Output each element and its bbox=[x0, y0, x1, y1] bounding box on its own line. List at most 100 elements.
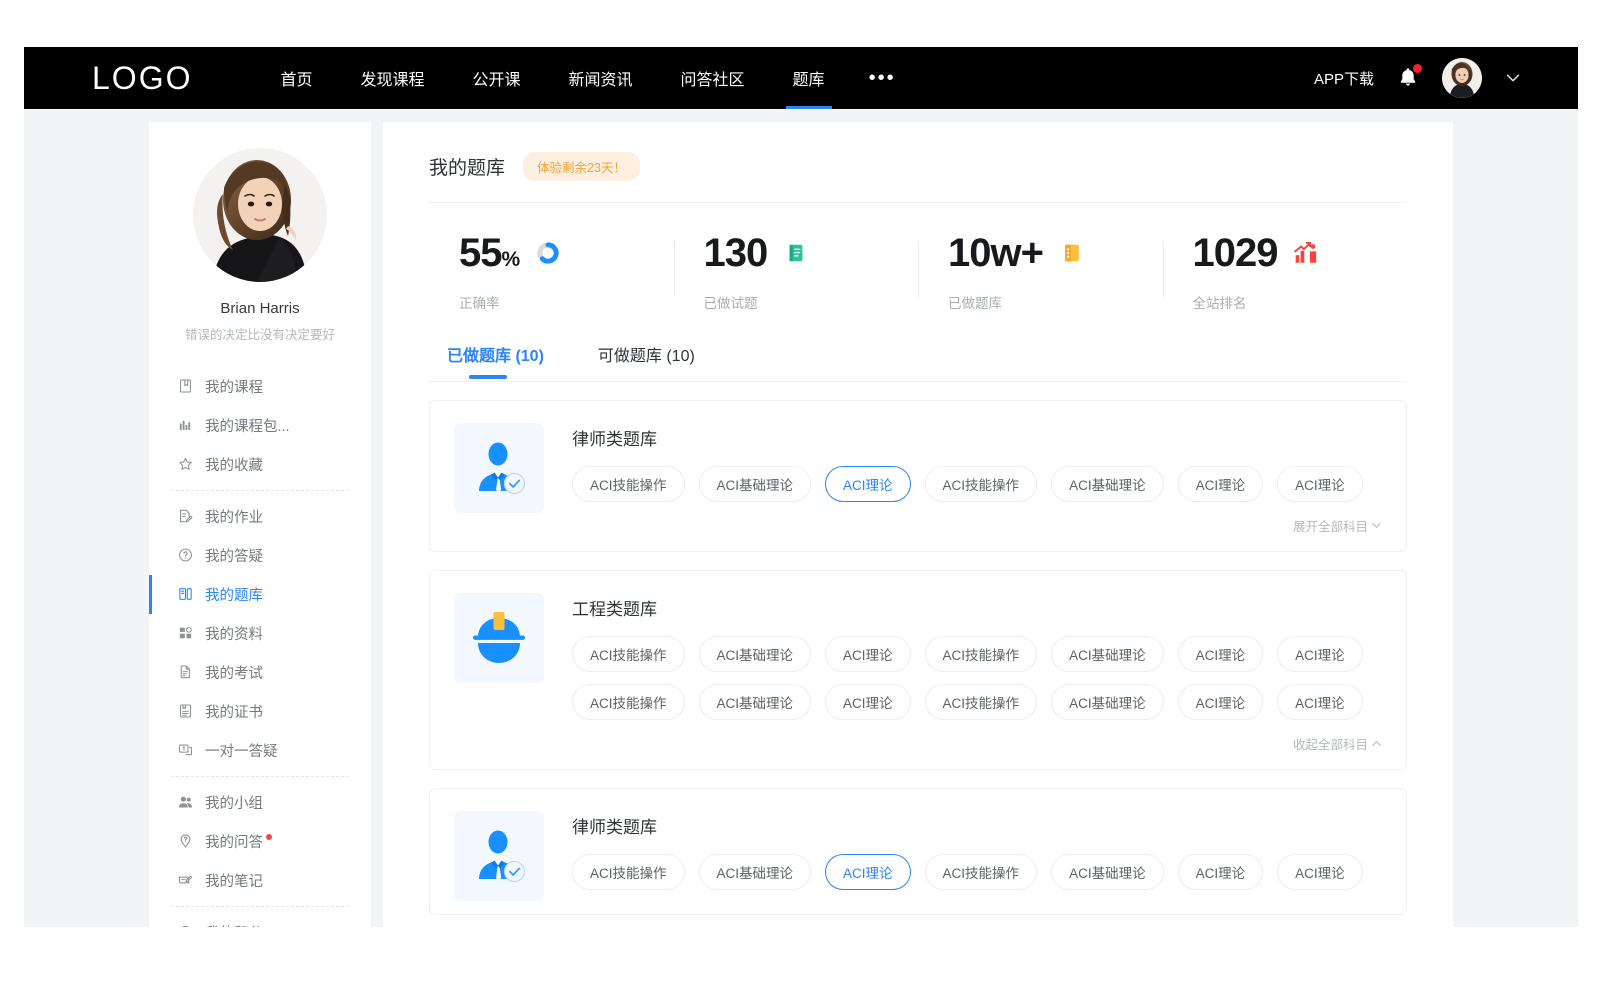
nav-item-5[interactable]: 题库 bbox=[769, 47, 849, 109]
menu-divider bbox=[171, 490, 349, 491]
sidebar-item-1[interactable]: 我的课程包... bbox=[149, 406, 371, 445]
subject-tag[interactable]: ACI技能操作 bbox=[572, 684, 685, 720]
subject-tag[interactable]: ACI技能操作 bbox=[572, 854, 685, 890]
stat-label: 已做题库 bbox=[948, 292, 1163, 312]
nav-more-icon[interactable]: ••• bbox=[849, 47, 916, 109]
tab-1[interactable]: 可做题库 (10) bbox=[598, 342, 695, 379]
subject-tag[interactable]: ACI技能操作 bbox=[925, 466, 1038, 502]
nav-item-1[interactable]: 发现课程 bbox=[336, 47, 448, 109]
site-logo[interactable]: LOGO bbox=[92, 60, 192, 97]
sidebar-item-6[interactable]: 我的资料 bbox=[149, 614, 371, 653]
subject-tag[interactable]: ACI理论 bbox=[825, 684, 911, 720]
homework-icon bbox=[177, 508, 194, 525]
sidebar-item-11[interactable]: 我的问答 bbox=[149, 822, 371, 861]
tag-row: ACI技能操作 ACI基础理论 ACI理论 ACI技能操作 ACI基础理论 ACI理论 AC… bbox=[572, 466, 1382, 502]
chevron-down-icon[interactable] bbox=[1504, 69, 1522, 87]
stat-card-0: 55% 正确率 bbox=[429, 233, 674, 312]
nav-item-4[interactable]: 问答社区 bbox=[657, 47, 769, 109]
subject-tag[interactable]: ACI理论 bbox=[1178, 854, 1264, 890]
subject-tag[interactable]: ACI理论 bbox=[825, 854, 911, 890]
sidebar-item-label: 我的资料 bbox=[205, 623, 263, 644]
question-bank-card-1[interactable]: 工程类题库ACI技能操作ACI基础理论ACI理论ACI技能操作ACI基础理论AC… bbox=[429, 570, 1407, 770]
page-title: 我的题库 bbox=[429, 153, 505, 180]
card-thumbnail bbox=[454, 811, 544, 901]
tab-0[interactable]: 已做题库 (10) bbox=[447, 342, 544, 379]
sidebar-item-8[interactable]: 我的证书 bbox=[149, 692, 371, 731]
subject-tag[interactable]: ACI基础理论 bbox=[1051, 466, 1164, 502]
app-download-link[interactable]: APP下载 bbox=[1314, 68, 1374, 89]
homework-icon bbox=[177, 508, 194, 525]
bars-icon bbox=[177, 417, 194, 434]
tag-row: ACI技能操作 ACI基础理论 ACI理论 ACI技能操作 ACI基础理论 ACI理论 AC… bbox=[572, 684, 1382, 720]
nav-item-0[interactable]: 首页 bbox=[256, 47, 336, 109]
subject-tag[interactable]: ACI基础理论 bbox=[1051, 854, 1164, 890]
green-note-icon bbox=[785, 242, 807, 264]
sidebar-item-label: 我的收藏 bbox=[205, 454, 263, 475]
subject-tag[interactable]: ACI理论 bbox=[1277, 854, 1363, 890]
subject-tag[interactable]: ACI技能操作 bbox=[572, 466, 685, 502]
toggle-subjects-button[interactable]: 展开全部科目 bbox=[1293, 516, 1382, 535]
subject-tag[interactable]: ACI理论 bbox=[1178, 684, 1264, 720]
chevron-down-icon bbox=[1371, 520, 1382, 531]
stat-top: 1029 bbox=[1193, 233, 1408, 273]
yellow-book-icon bbox=[1061, 242, 1083, 264]
card-thumbnail bbox=[454, 593, 544, 683]
subject-tag[interactable]: ACI理论 bbox=[1277, 684, 1363, 720]
stat-value: 55% bbox=[459, 233, 519, 273]
nav-item-2[interactable]: 公开课 bbox=[449, 47, 545, 109]
subject-tag[interactable]: ACI基础理论 bbox=[1051, 636, 1164, 672]
stat-label: 全站排名 bbox=[1193, 292, 1408, 312]
stat-card-3: 1029 全站排名 bbox=[1163, 233, 1408, 312]
subject-tag[interactable]: ACI理论 bbox=[1277, 466, 1363, 502]
toggle-subjects-button[interactable]: 收起全部科目 bbox=[1293, 734, 1382, 753]
sidebar-item-5[interactable]: 我的题库 bbox=[149, 575, 371, 614]
sidebar-item-12[interactable]: 我的笔记 bbox=[149, 861, 371, 900]
sidebar-item-label: 我的课程包... bbox=[205, 415, 290, 436]
subject-tag[interactable]: ACI基础理论 bbox=[1051, 684, 1164, 720]
trial-badge: 体验剩余23天！ bbox=[523, 152, 640, 181]
question-bank-card-0[interactable]: 律师类题库ACI技能操作ACI基础理论ACI理论ACI技能操作ACI基础理论AC… bbox=[429, 400, 1407, 552]
subject-tag[interactable]: ACI理论 bbox=[1178, 636, 1264, 672]
sidebar-item-0[interactable]: 我的课程 bbox=[149, 367, 371, 406]
yellow-book-icon bbox=[1059, 240, 1085, 266]
subject-tag[interactable]: ACI技能操作 bbox=[572, 636, 685, 672]
sidebar-item-13[interactable]: 我的积分 bbox=[149, 913, 371, 928]
sidebar-item-10[interactable]: 我的小组 bbox=[149, 783, 371, 822]
notification-badge-dot bbox=[1413, 64, 1422, 73]
tabs-block: 已做题库 (10) 可做题库 (10) bbox=[429, 338, 1407, 382]
question-bank-card-2[interactable]: 律师类题库ACI技能操作ACI基础理论ACI理论ACI技能操作ACI基础理论AC… bbox=[429, 788, 1407, 915]
subject-tag[interactable]: ACI技能操作 bbox=[925, 636, 1038, 672]
subject-tag[interactable]: ACI技能操作 bbox=[925, 854, 1038, 890]
subject-tag[interactable]: ACI基础理论 bbox=[699, 466, 812, 502]
subject-tag[interactable]: ACI理论 bbox=[1178, 466, 1264, 502]
profile-name: Brian Harris bbox=[165, 300, 355, 317]
sidebar-item-9[interactable]: 一对一答疑 bbox=[149, 731, 371, 770]
profile-block: Brian Harris 错误的决定比没有决定要好 bbox=[149, 148, 371, 345]
stat-top: 130 bbox=[704, 233, 919, 273]
main-nav: 首页发现课程公开课新闻资讯问答社区题库 bbox=[256, 47, 848, 109]
stat-value: 10w+ bbox=[948, 233, 1043, 273]
sidebar-item-3[interactable]: 我的作业 bbox=[149, 497, 371, 536]
subject-tag[interactable]: ACI理论 bbox=[1277, 636, 1363, 672]
subject-tag[interactable]: ACI理论 bbox=[825, 636, 911, 672]
subject-tag[interactable]: ACI理论 bbox=[825, 466, 911, 502]
green-note-icon bbox=[783, 240, 809, 266]
stat-label: 正确率 bbox=[459, 292, 674, 312]
subject-tag[interactable]: ACI技能操作 bbox=[925, 684, 1038, 720]
sidebar-item-label: 我的证书 bbox=[205, 701, 263, 722]
nav-item-3[interactable]: 新闻资讯 bbox=[545, 47, 657, 109]
main-panel: 我的题库 体验剩余23天！ 55%正确率130已做试题10w+已做题库1029全… bbox=[383, 122, 1453, 927]
group-icon bbox=[177, 794, 194, 811]
question-bank-list: 律师类题库ACI技能操作ACI基础理论ACI理论ACI技能操作ACI基础理论AC… bbox=[429, 382, 1407, 915]
sidebar: Brian Harris 错误的决定比没有决定要好 我的课程我的课程包... 我的… bbox=[149, 122, 371, 927]
sidebar-item-7[interactable]: 我的考试 bbox=[149, 653, 371, 692]
sidebar-item-label: 我的小组 bbox=[205, 792, 263, 813]
sidebar-item-2[interactable]: 我的收藏 bbox=[149, 445, 371, 484]
sidebar-item-4[interactable]: 我的答疑 bbox=[149, 536, 371, 575]
notification-bell-button[interactable] bbox=[1396, 65, 1420, 91]
subject-tag[interactable]: ACI基础理论 bbox=[699, 636, 812, 672]
certificate-icon bbox=[177, 703, 194, 720]
subject-tag[interactable]: ACI基础理论 bbox=[699, 684, 812, 720]
subject-tag[interactable]: ACI基础理论 bbox=[699, 854, 812, 890]
user-avatar-button[interactable] bbox=[1442, 58, 1482, 98]
